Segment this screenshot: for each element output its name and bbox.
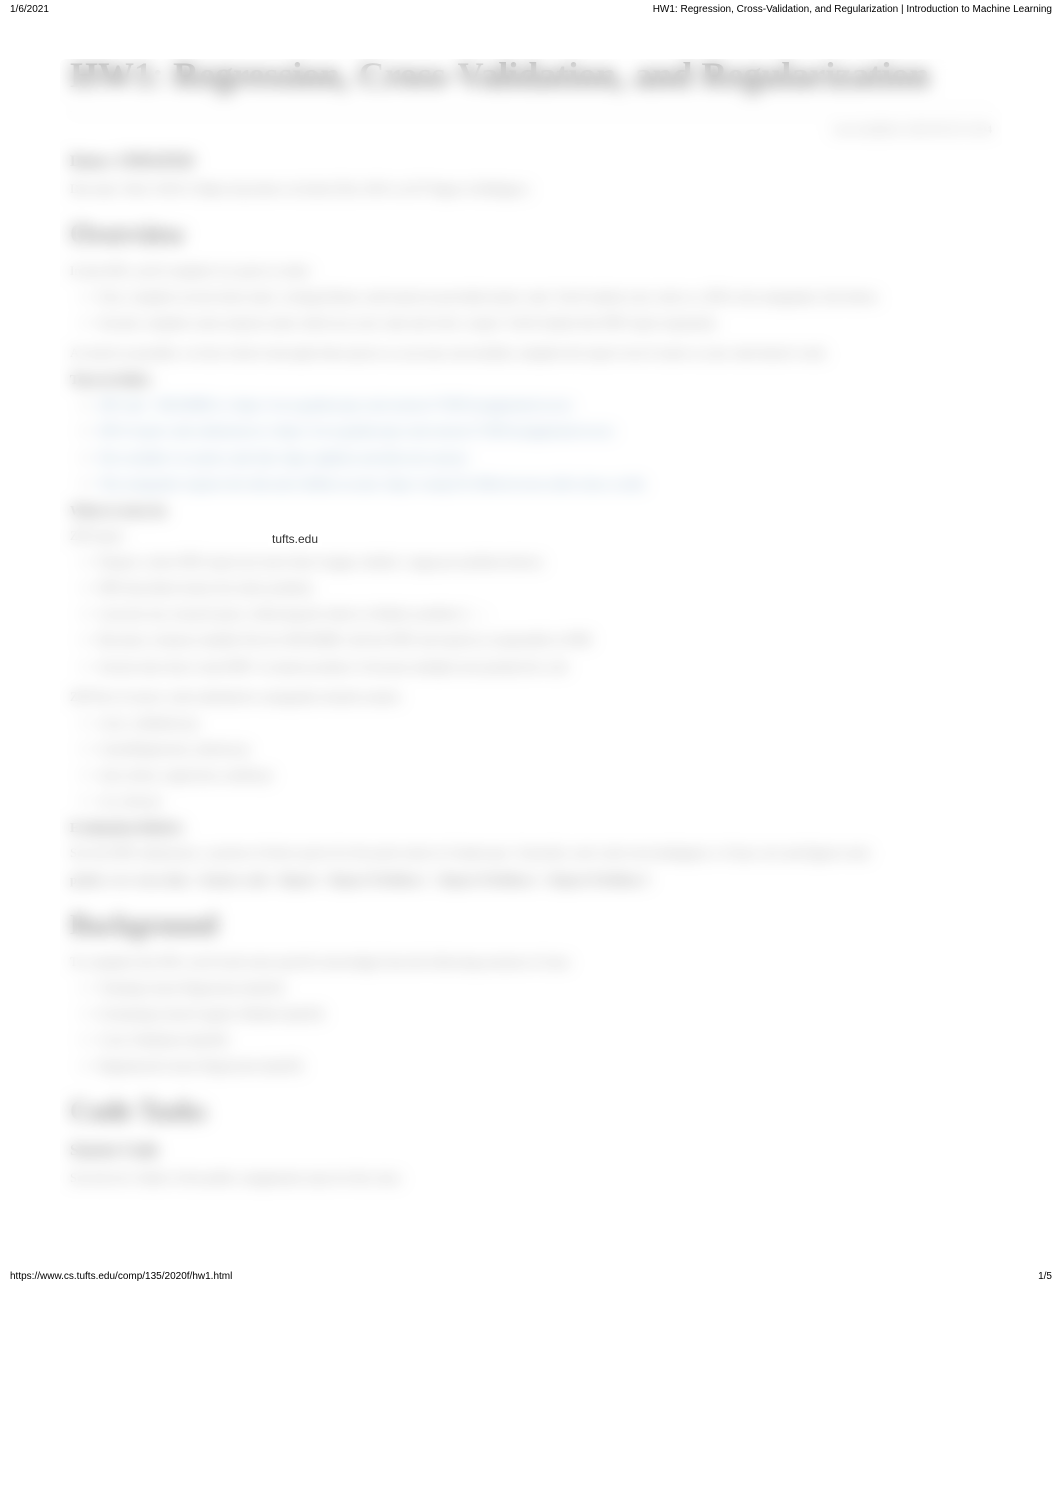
what-turn-in-heading: What to turn in: bbox=[70, 504, 992, 520]
file-item: viz_tools.py bbox=[98, 791, 992, 811]
overview-item: Second, complete some analysis tasks whi… bbox=[98, 313, 992, 333]
overview-text: In this HW, you'll complete two parts in… bbox=[70, 261, 992, 281]
zip-item: Lean doc key research piece, following t… bbox=[98, 604, 992, 624]
background-text: To complete this HW, you'll need some sp… bbox=[70, 952, 992, 972]
tab-title: HW1: Regression, Cross-Validation, and R… bbox=[653, 4, 1052, 15]
overview-item: First, complete several short tasks: wri… bbox=[98, 287, 992, 307]
turn-in-item: This autograder requires the tufts.edu G… bbox=[98, 474, 992, 494]
turn-in-item: File available via starter-code link: ht… bbox=[98, 448, 992, 468]
zip-item: Section later that is task-PDF! we pleas… bbox=[98, 657, 992, 677]
zip-subheading: ZIP report bbox=[70, 526, 992, 546]
footer-url: https://www.cs.tufts.edu/comp/135/2020f/… bbox=[10, 1271, 232, 1282]
zip-item: Becomes a human readable file (it's READ… bbox=[98, 630, 992, 650]
turn-in-link[interactable]: ZIP of report code submission to: https:… bbox=[98, 423, 614, 438]
page-title: HW1: Regression, Cross-Validation, and R… bbox=[70, 54, 992, 96]
turn-in-link[interactable]: ZIP code + README to: https://www.grades… bbox=[98, 397, 573, 412]
dates-heading: Dates: UPDATED bbox=[70, 153, 992, 171]
overview-heading: Overview bbox=[70, 219, 992, 251]
zip-item: Prepare a short PDF report (no more than… bbox=[98, 552, 992, 572]
points-line: points | srv cross data - feature code -… bbox=[70, 870, 992, 890]
due-date: Due date: Wed. 9/30/11:59pm Anywhere on … bbox=[70, 179, 992, 199]
evaluation-heading: Evaluation Rubric: bbox=[70, 821, 992, 837]
visible-link-fragment: tufts.edu bbox=[268, 532, 322, 546]
file-item: cross_validation.py bbox=[98, 713, 992, 733]
page-indicator: 1/5 bbox=[1038, 1271, 1052, 1282]
turn-in-heading: Turn-in links: bbox=[70, 373, 992, 389]
zip-item: PDF described clearly the entire problem… bbox=[98, 578, 992, 598]
bg-item: Regularized Linear Regression (day05) bbox=[98, 1056, 992, 1076]
starter-code-heading: Starter Code bbox=[70, 1142, 992, 1160]
starter-code-text: See the hw1 folder of the public assignm… bbox=[70, 1168, 992, 1188]
evaluation-text: See the PDF submission, a portion of bel… bbox=[70, 843, 992, 863]
file-item: train_linear_regression_model.py bbox=[98, 765, 992, 785]
turn-in-item: ZIP of report code submission to: https:… bbox=[98, 421, 992, 441]
bg-item: Evaluating Linear/Logistic Models (day03… bbox=[98, 1004, 992, 1024]
turn-in-link[interactable]: File available via starter-code link: ht… bbox=[98, 450, 469, 465]
divider bbox=[70, 111, 992, 112]
overview-note: As much as possible, we have tried to de… bbox=[70, 343, 992, 363]
file-item: LinearRegression_sklearn.py bbox=[98, 739, 992, 759]
zip-note: ZIP Part of source code submitted to aut… bbox=[70, 687, 992, 707]
bg-item: Training Linear Regression (day02) bbox=[98, 978, 992, 998]
code-tasks-heading: Code Tasks bbox=[70, 1096, 992, 1128]
background-heading: Background bbox=[70, 910, 992, 942]
turn-in-link[interactable]: This autograder requires the tufts.edu G… bbox=[98, 476, 645, 491]
print-date: 1/6/2021 bbox=[10, 4, 49, 15]
turn-in-item: ZIP code + README to: https://www.grades… bbox=[98, 395, 992, 415]
bg-item: Cross Validation (day04) bbox=[98, 1030, 992, 1050]
last-modified: Last modified: 2020-09-29 14:04 bbox=[70, 120, 992, 139]
